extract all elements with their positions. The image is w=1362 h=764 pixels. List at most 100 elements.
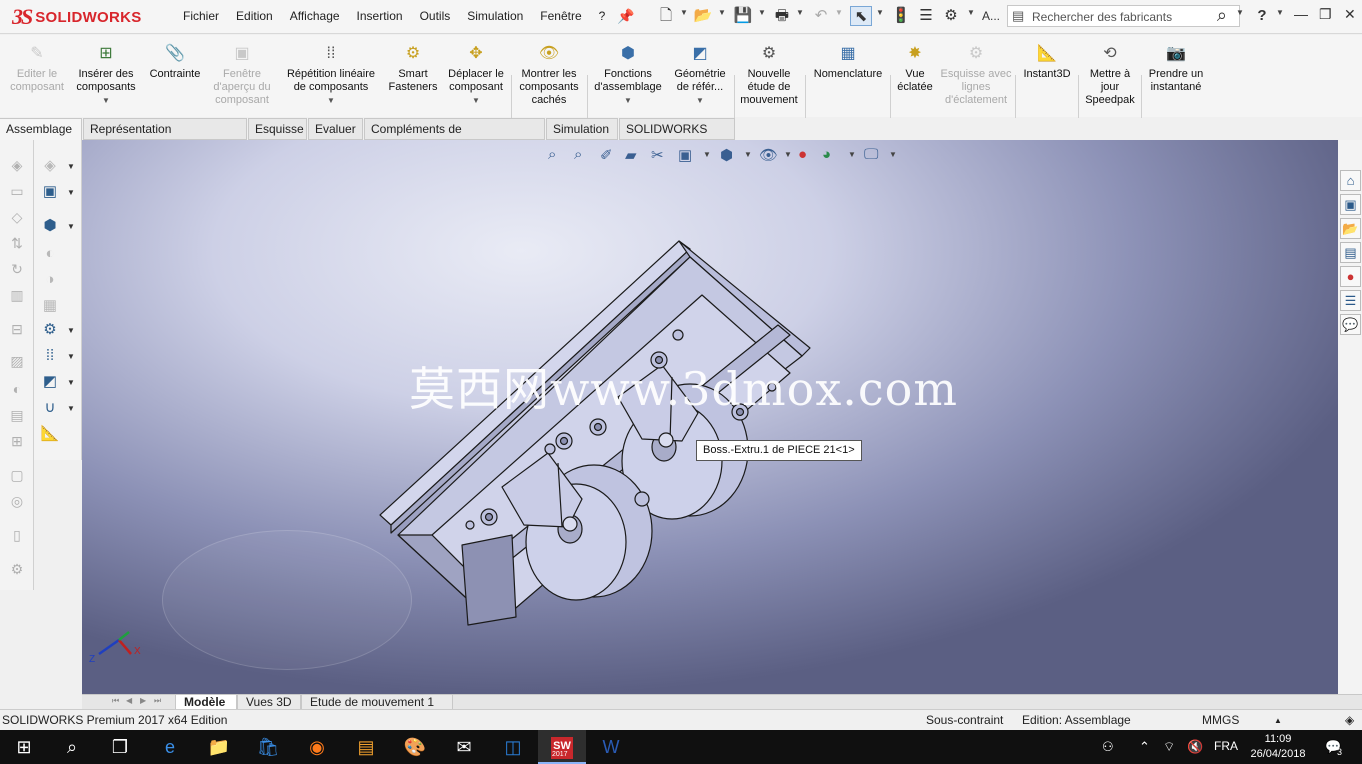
- tab-simulation[interactable]: Simulation: [546, 118, 618, 140]
- toolbar-icon[interactable]: ⇅: [8, 234, 26, 252]
- tab-vues-3d[interactable]: Vues 3D: [237, 694, 301, 710]
- toolbar-icon[interactable]: ◩: [40, 372, 60, 392]
- minimize-icon[interactable]: —: [1294, 6, 1308, 22]
- toolbar-icon[interactable]: ◑: [40, 270, 60, 290]
- mail-icon[interactable]: ✉: [440, 730, 488, 764]
- reference-geometry-dropdown-icon[interactable]: ▼: [668, 94, 732, 107]
- toolbar-icon[interactable]: ▦: [40, 296, 60, 316]
- file-properties-icon[interactable]: ☰: [915, 6, 937, 26]
- toolbar-icon[interactable]: ◐: [8, 380, 26, 398]
- toolbar-icon[interactable]: ▥: [8, 286, 26, 304]
- tab-modele[interactable]: Modèle: [175, 694, 237, 710]
- search-icon[interactable]: ⌕: [1217, 5, 1227, 26]
- help-button[interactable]: ?: [1251, 6, 1273, 26]
- task-view-icon[interactable]: ❐: [96, 730, 144, 764]
- forum-icon[interactable]: 💬: [1340, 314, 1361, 335]
- edit-component-button[interactable]: ✎ Editer le composant: [4, 39, 70, 94]
- previous-view-icon[interactable]: ✐: [600, 146, 613, 164]
- menu-affichage[interactable]: Affichage: [290, 9, 340, 23]
- reference-geometry-button[interactable]: ◩ Géométrie de référ... ▼: [668, 39, 732, 107]
- viewport-tile-left-icon[interactable]: ◧: [1236, 140, 1248, 142]
- dropdown-arrow-icon[interactable]: ▼: [67, 188, 75, 197]
- tab-etude-de-mouvement[interactable]: Etude de mouvement 1: [301, 694, 453, 710]
- toolbar-icon[interactable]: 📐: [40, 424, 60, 444]
- linear-pattern-button[interactable]: ⁞⁞ Répétition linéaire de composants ▼: [280, 39, 382, 107]
- view-orientation-dropdown-icon[interactable]: ▼: [703, 150, 711, 159]
- viewport-minimize-icon[interactable]: —: [1288, 140, 1301, 141]
- show-hidden-button[interactable]: 👁 Montrer les composants cachés: [514, 39, 584, 107]
- toolbar-icon[interactable]: ⁞⁞: [40, 346, 60, 366]
- apply-scene-icon[interactable]: ◕: [822, 146, 831, 163]
- next-tab-icon[interactable]: ▶: [140, 696, 146, 705]
- dropdown-arrow-icon[interactable]: ▼: [67, 352, 75, 361]
- app-icon[interactable]: ▤: [342, 730, 390, 764]
- search-box[interactable]: ▤ Rechercher des fabricants ⌕: [1007, 5, 1240, 27]
- new-dropdown-icon[interactable]: ▼: [680, 8, 688, 17]
- tooltip-toggle-icon[interactable]: ◈: [1345, 713, 1354, 727]
- snapshot-button[interactable]: 📷 Prendre un instantané: [1144, 39, 1208, 94]
- firefox-icon[interactable]: ◉: [293, 730, 341, 764]
- assembly-features-button[interactable]: ⬢ Fonctions d'assemblage ▼: [590, 39, 666, 107]
- volume-muted-icon[interactable]: 🔇: [1187, 739, 1203, 755]
- dropdown-arrow-icon[interactable]: ▼: [67, 222, 75, 231]
- custom-properties-icon[interactable]: ☰: [1340, 290, 1361, 311]
- wifi-icon[interactable]: ⌔: [1163, 739, 1175, 755]
- tab-solidworks-mbd[interactable]: SOLIDWORKS MBD: [619, 118, 735, 157]
- explode-line-sketch-button[interactable]: ⚙ Esquisse avec lignes d'éclatement: [940, 39, 1012, 107]
- linear-pattern-dropdown-icon[interactable]: ▼: [280, 94, 382, 107]
- toolbar-icon[interactable]: ▭: [8, 182, 26, 200]
- speedpak-button[interactable]: ⟲ Mettre à jour Speedpak: [1081, 39, 1139, 107]
- tab-evaluer[interactable]: Evaluer: [308, 118, 363, 140]
- appearances-icon[interactable]: ●: [1340, 266, 1361, 287]
- quick-access-overflow[interactable]: A...: [980, 6, 1002, 26]
- file-explorer-icon[interactable]: 📁: [195, 730, 243, 764]
- outlook-icon[interactable]: ◫: [489, 730, 537, 764]
- toolbar-icon[interactable]: ↻: [8, 260, 26, 278]
- toolbar-icon[interactable]: ◐: [40, 244, 60, 264]
- tab-complements[interactable]: Compléments de SOLIDWORKS: [364, 118, 545, 157]
- tab-esquisse[interactable]: Esquisse: [248, 118, 307, 140]
- edit-appearance-icon[interactable]: ●: [798, 146, 807, 163]
- toolbar-icon[interactable]: ▣: [40, 182, 60, 202]
- people-icon[interactable]: ⚇: [1102, 739, 1114, 755]
- search-dropdown-icon[interactable]: ▼: [1236, 8, 1244, 17]
- menu-fichier[interactable]: Fichier: [183, 9, 219, 23]
- view-settings-dropdown-icon[interactable]: ▼: [889, 150, 897, 159]
- menu-simulation[interactable]: Simulation: [467, 9, 523, 23]
- dropdown-arrow-icon[interactable]: ▼: [67, 378, 75, 387]
- toolbar-icon[interactable]: ▤: [8, 406, 26, 424]
- assembly-model[interactable]: [372, 235, 822, 635]
- bom-button[interactable]: ▦ Nomenclature: [808, 39, 888, 81]
- toolbar-icon[interactable]: ∪: [40, 398, 60, 418]
- scene-dropdown-icon[interactable]: ▼: [848, 150, 856, 159]
- hide-show-dropdown-icon[interactable]: ▼: [784, 150, 792, 159]
- show-hidden-icons-icon[interactable]: ⌃: [1139, 739, 1150, 755]
- tab-representation-schematique[interactable]: Représentation schématique: [83, 118, 247, 157]
- help-dropdown-icon[interactable]: ▼: [1276, 8, 1284, 17]
- motion-study-button[interactable]: ⚙ Nouvelle étude de mouvement: [736, 39, 802, 107]
- last-tab-icon[interactable]: ⏭: [154, 696, 161, 706]
- windows-start-icon[interactable]: ⊞: [0, 730, 48, 764]
- display-style-icon[interactable]: ⬢: [720, 146, 733, 164]
- options-dropdown-icon[interactable]: ▼: [967, 8, 975, 17]
- toolbar-icon[interactable]: ⊟: [8, 320, 26, 338]
- language-indicator[interactable]: FRA: [1214, 739, 1238, 753]
- move-component-button[interactable]: ✥ Déplacer le composant ▼: [444, 39, 508, 107]
- system-clock[interactable]: 11:09 26/04/2018: [1246, 732, 1310, 762]
- exploded-view-button[interactable]: ✸ Vue éclatée: [893, 39, 937, 94]
- rebuild-traffic-light-icon[interactable]: 🚦: [890, 6, 912, 26]
- insert-components-button[interactable]: ⊞ Insérer des composants ▼: [72, 39, 140, 107]
- view-settings-icon[interactable]: 🖵: [864, 146, 878, 163]
- insert-components-dropdown-icon[interactable]: ▼: [72, 94, 140, 107]
- open-dropdown-icon[interactable]: ▼: [718, 8, 726, 17]
- dynamic-annotation-icon[interactable]: ✂: [651, 146, 664, 164]
- search-input[interactable]: Rechercher des fabricants: [1032, 10, 1172, 24]
- zoom-to-fit-icon[interactable]: ⌕: [548, 146, 556, 163]
- edge-browser-icon[interactable]: e: [146, 730, 194, 764]
- view-palette-icon[interactable]: ▤: [1340, 242, 1361, 263]
- options-gear-icon[interactable]: ⚙: [940, 6, 962, 26]
- paint-icon[interactable]: 🎨: [391, 730, 439, 764]
- dropdown-arrow-icon[interactable]: ▼: [67, 326, 75, 335]
- instant3d-button[interactable]: 📐 Instant3D: [1018, 39, 1076, 81]
- units-selector[interactable]: MMGS: [1202, 713, 1239, 727]
